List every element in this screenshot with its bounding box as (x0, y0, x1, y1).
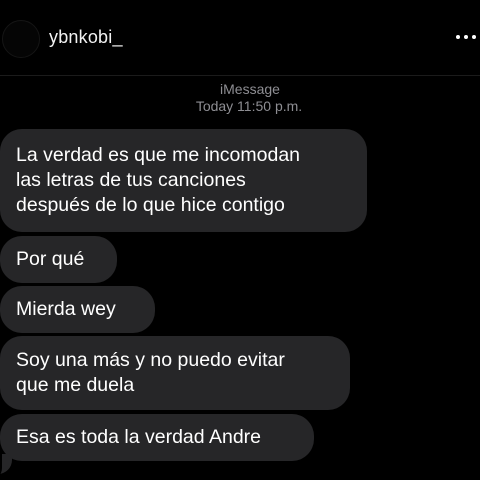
conversation-meta: iMessage Today 11:50 p.m. (0, 81, 480, 115)
message-bubble[interactable]: Esa es toda la verdad Andre (0, 414, 314, 461)
message-text: Mierda wey (16, 298, 116, 320)
message-text: Soy una más y no puedo evitar que me due… (16, 349, 285, 396)
message-text: Esa es toda la verdad Andre (16, 426, 261, 448)
service-label: iMessage (220, 81, 280, 97)
message-bubble[interactable]: Por qué (0, 236, 117, 283)
message-bubble[interactable]: La verdad es que me incomodan las letras… (0, 129, 367, 232)
avatar[interactable] (2, 20, 40, 58)
message-bubble[interactable]: Mierda wey (0, 286, 155, 333)
bubble-tail-mask (0, 452, 2, 480)
header-divider (0, 75, 480, 76)
contact-username[interactable]: ybnkobi_ (49, 27, 123, 48)
more-dot (464, 35, 468, 39)
chat-screen: ybnkobi_ iMessage Today 11:50 p.m. La ve… (0, 0, 480, 480)
message-text: La verdad es que me incomodan las letras… (16, 144, 301, 216)
message-bubble[interactable]: Soy una más y no puedo evitar que me due… (0, 336, 350, 410)
chat-header: ybnkobi_ (0, 0, 480, 76)
more-horizontal-icon[interactable] (456, 34, 476, 40)
message-text: Por qué (16, 248, 85, 270)
more-dot (456, 35, 460, 39)
more-dot (472, 35, 476, 39)
message-timestamp: Today 11:50 p.m. (195, 98, 303, 114)
